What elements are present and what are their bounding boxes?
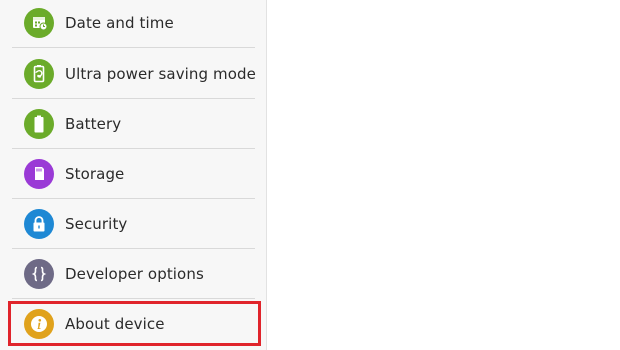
- settings-item-date-and-time[interactable]: Date and time: [12, 0, 255, 48]
- settings-sidebar: Date and time Ultra power saving mode Ba…: [0, 0, 267, 350]
- settings-item-label: About device: [65, 315, 165, 333]
- calendar-clock-icon: [24, 7, 54, 38]
- power-saving-recycle-icon: [24, 58, 54, 89]
- lock-icon: [24, 208, 54, 239]
- settings-item-label: Developer options: [65, 264, 204, 283]
- sd-card-icon: [24, 158, 54, 189]
- settings-item-label: Storage: [65, 164, 125, 183]
- settings-item-ultra-power-saving-mode[interactable]: Ultra power saving mode: [12, 49, 256, 99]
- info-icon: [24, 309, 54, 339]
- settings-item-label: Security: [65, 214, 128, 233]
- settings-item-battery[interactable]: Battery: [12, 99, 255, 149]
- settings-item-developer-options[interactable]: Developer options: [12, 249, 255, 299]
- settings-item-label: Date and time: [65, 13, 174, 32]
- detail-pane: [267, 0, 620, 350]
- curly-braces-icon: [24, 258, 54, 289]
- settings-item-security[interactable]: Security: [12, 199, 255, 249]
- battery-icon: [24, 108, 54, 139]
- settings-item-label: Ultra power saving mode: [65, 64, 256, 83]
- settings-item-about-device[interactable]: About device: [12, 299, 255, 349]
- settings-item-label: Battery: [65, 114, 122, 133]
- settings-item-storage[interactable]: Storage: [12, 149, 255, 199]
